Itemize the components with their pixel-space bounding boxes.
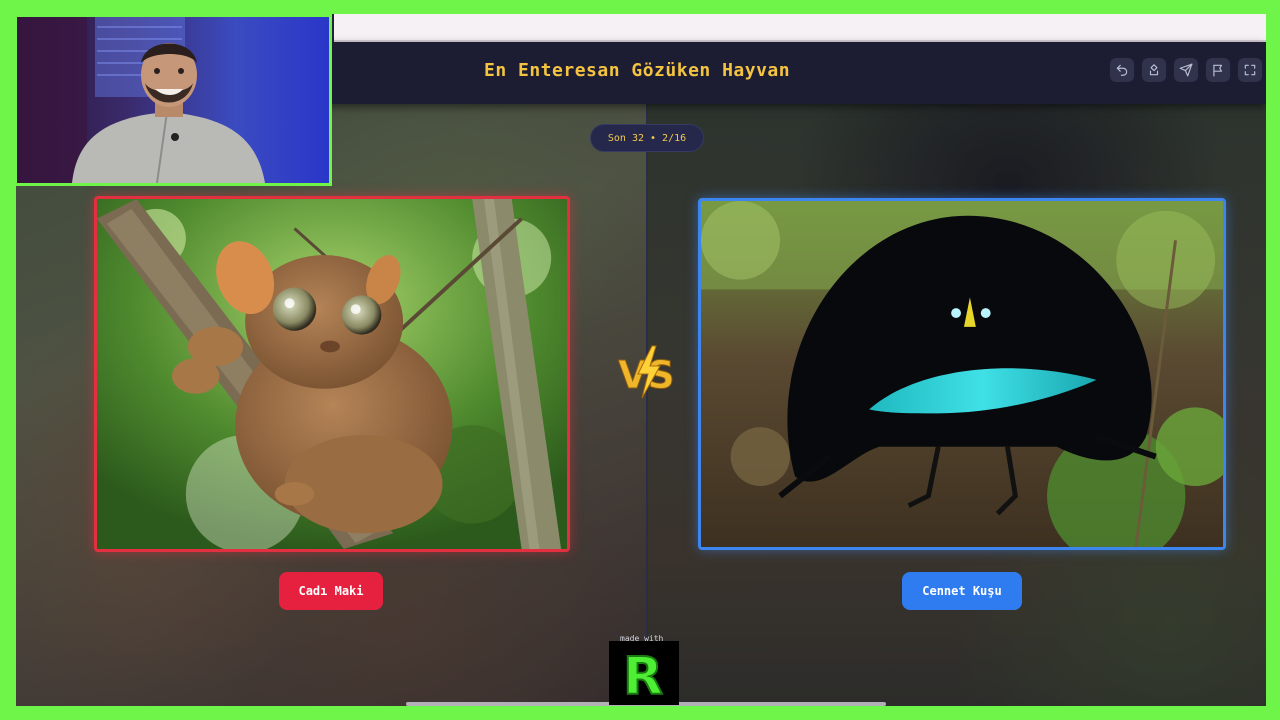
r-logo-letter: R xyxy=(623,647,663,700)
match-stage: Son 32 • 2/16 VS Cadı Maki Cennet Kuşu m… xyxy=(16,104,1266,706)
webcam-overlay xyxy=(14,14,332,186)
left-choice-card[interactable] xyxy=(94,196,570,552)
page-title: En Enteresan Gözüken Hayvan xyxy=(484,60,791,81)
bird-of-paradise-photo-icon xyxy=(701,201,1223,547)
send-button[interactable] xyxy=(1174,58,1198,82)
toolbar xyxy=(1110,58,1262,82)
center-divider xyxy=(646,104,648,706)
browser-bar xyxy=(334,14,1266,42)
send-icon xyxy=(1179,63,1193,77)
streamer-webcam-icon xyxy=(17,17,265,183)
channel-logo: R xyxy=(609,641,679,705)
flag-icon xyxy=(1213,64,1223,77)
undo-icon xyxy=(1116,64,1128,76)
right-choice-card[interactable] xyxy=(698,198,1226,550)
round-badge: Son 32 • 2/16 xyxy=(590,124,704,152)
fullscreen-icon xyxy=(1244,64,1256,76)
share-button[interactable] xyxy=(1142,58,1166,82)
vs-icon: VS xyxy=(618,345,675,399)
undo-button[interactable] xyxy=(1110,58,1134,82)
share-icon xyxy=(1149,64,1159,76)
flag-button[interactable] xyxy=(1206,58,1230,82)
right-choice-button[interactable]: Cennet Kuşu xyxy=(902,572,1022,610)
r-logo-icon: R xyxy=(622,646,664,700)
tarsier-photo-icon xyxy=(97,199,567,549)
left-choice-button[interactable]: Cadı Maki xyxy=(279,572,383,610)
fullscreen-button[interactable] xyxy=(1238,58,1262,82)
